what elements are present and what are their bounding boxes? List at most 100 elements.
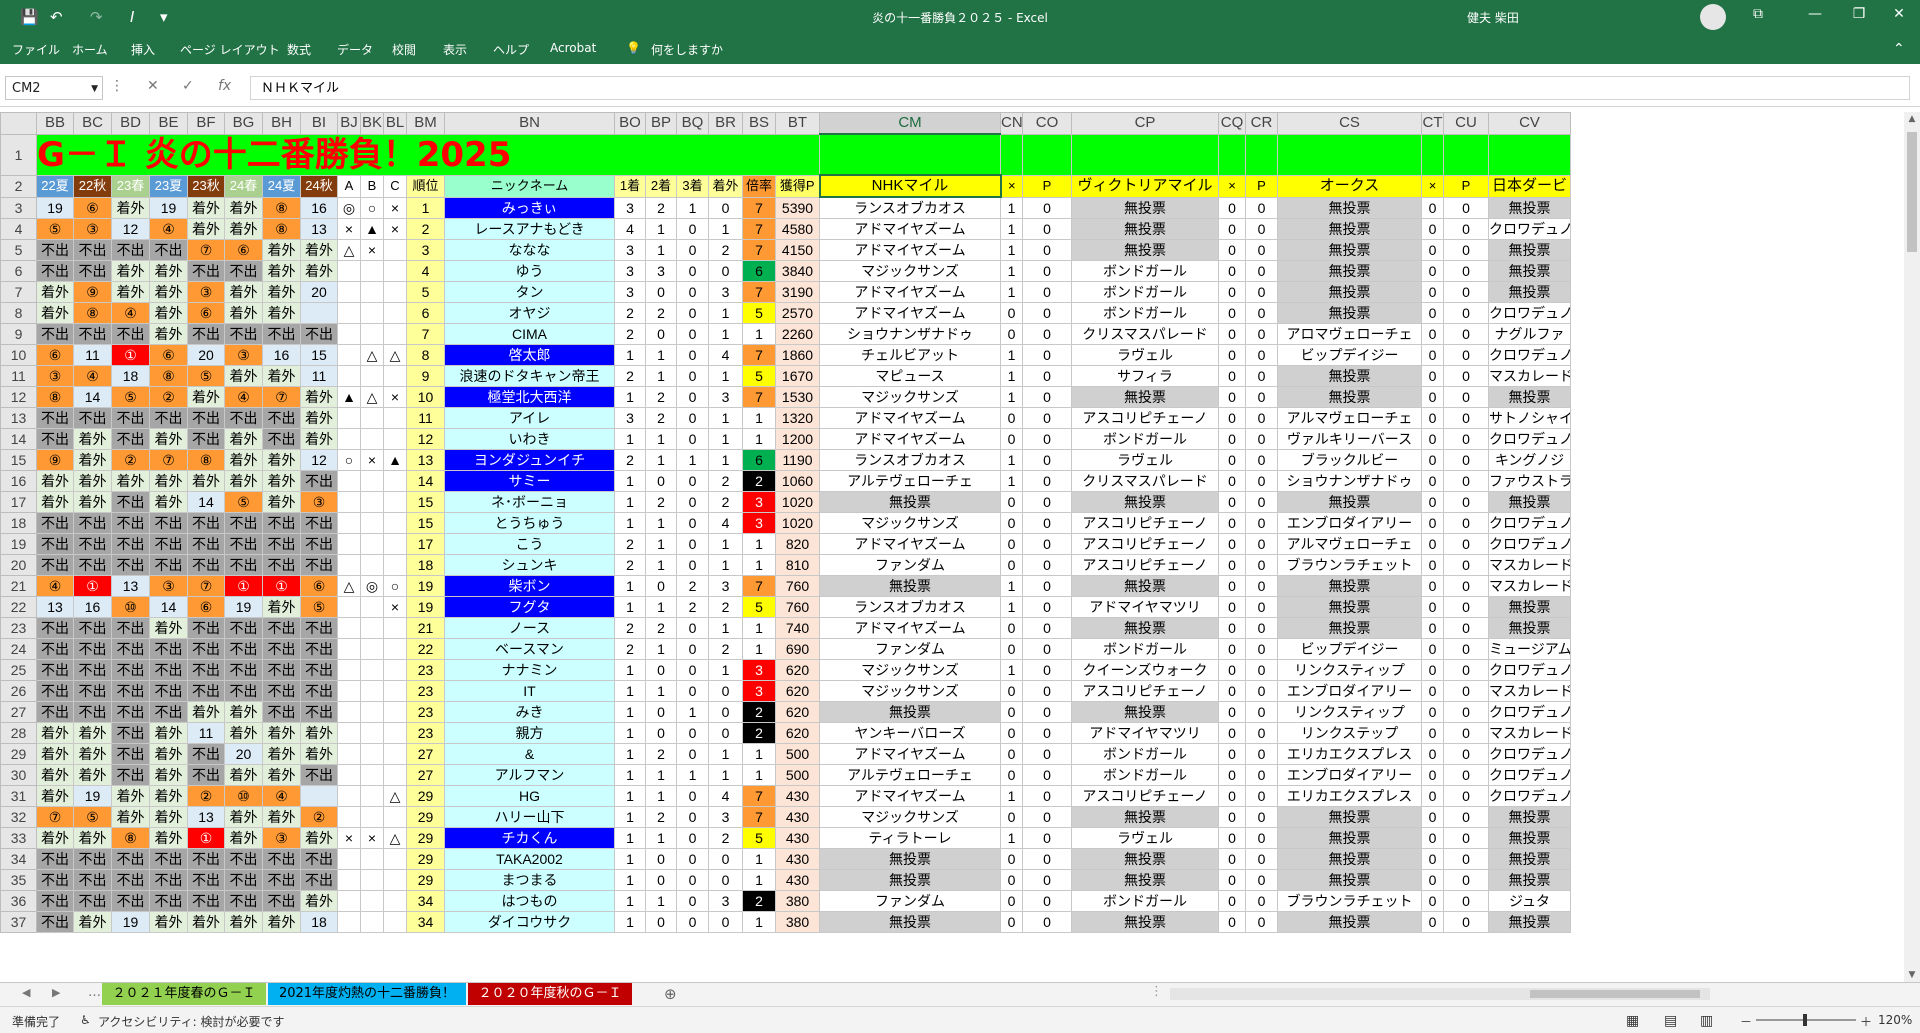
cell[interactable]: 0 [1022,680,1072,702]
cell[interactable]: ④ [73,365,112,387]
cell[interactable]: 0 [1421,407,1444,429]
cell[interactable]: 0 [1421,617,1444,639]
cell[interactable]: 1 [406,196,445,219]
row-header[interactable]: 11 [0,365,37,387]
cell[interactable]: ④ [262,785,301,807]
cell[interactable] [337,764,361,786]
cell[interactable]: 2 [614,533,646,555]
cell[interactable]: 不出 [262,680,301,702]
cell[interactable] [383,512,407,534]
cell[interactable]: 無投票 [1071,218,1219,240]
header-cell[interactable]: ニックネーム [444,174,615,198]
cell[interactable]: ⑦ [149,449,188,471]
column-header[interactable]: BE [149,112,188,135]
cell[interactable]: 1 [1000,260,1023,282]
cell[interactable]: 1 [645,554,677,576]
cell[interactable]: 0 [676,281,709,303]
cell[interactable]: タン [444,281,615,303]
cell[interactable]: 0 [1218,533,1246,555]
cell[interactable]: エンブロダイアリー [1277,512,1422,534]
cell[interactable]: 7 [742,344,776,366]
cell[interactable]: 0 [1218,386,1246,408]
cell[interactable]: 0 [1000,806,1023,828]
cell[interactable]: 7 [742,386,776,408]
cell[interactable]: 不出 [187,764,225,786]
cell[interactable]: 1 [742,638,776,660]
cell[interactable]: ◎ [337,196,361,219]
cell[interactable]: 不出 [73,512,112,534]
cell[interactable]: 6 [742,260,776,282]
cell[interactable]: 500 [775,743,820,765]
cell[interactable]: 着外 [187,386,225,408]
cell[interactable]: 0 [645,323,677,345]
cell[interactable]: 0 [1218,848,1246,870]
cell[interactable]: 不出 [300,869,338,891]
tab-formulas[interactable]: 数式 [287,41,311,58]
cell[interactable]: 0 [1421,638,1444,660]
cell[interactable]: 2 [645,806,677,828]
cell[interactable] [360,764,384,786]
cell[interactable]: 0 [1000,701,1023,723]
cell[interactable]: 0 [1421,890,1444,912]
cell[interactable]: 親方 [444,722,615,744]
cell[interactable]: 0 [676,428,709,450]
name-box[interactable]: CM2 ▼ [5,76,103,100]
cell[interactable] [1245,133,1278,176]
cell[interactable]: 1 [614,596,646,618]
cell[interactable]: アドマイヤズーム [819,281,1001,303]
row-header[interactable]: 28 [0,722,37,744]
cell[interactable]: 0 [1245,722,1278,744]
cell[interactable]: 1530 [775,386,820,408]
cell[interactable]: ⑦ [36,806,74,828]
cell[interactable]: ⑧ [111,827,150,849]
cell[interactable]: 0 [1443,785,1489,807]
cell[interactable]: 不出 [187,554,225,576]
cell[interactable]: 無投票 [1488,827,1571,849]
cell[interactable]: △ [383,827,407,849]
cell[interactable]: 0 [1245,659,1278,681]
cell[interactable]: 0 [1000,680,1023,702]
cell[interactable] [360,407,384,429]
cell[interactable]: 不出 [149,890,188,912]
cell[interactable]: 不出 [73,533,112,555]
cell[interactable]: ⑤ [73,806,112,828]
scroll-thumb[interactable] [1907,132,1917,252]
column-header[interactable]: BL [383,112,407,135]
cell[interactable]: ボンドガール [1071,890,1219,912]
cell[interactable]: 16 [262,344,301,366]
cell[interactable]: 不出 [36,260,74,282]
zoom-level[interactable]: 120% [1878,1013,1912,1027]
cell[interactable]: 1 [742,407,776,429]
header-cell[interactable]: 23春 [111,174,150,198]
cell[interactable]: 0 [1218,785,1246,807]
cell[interactable]: 無投票 [1277,848,1422,870]
cell[interactable]: 着外 [262,743,301,765]
cell[interactable]: 不出 [262,617,301,639]
cell[interactable]: 0 [1421,743,1444,765]
cell[interactable]: 1 [742,617,776,639]
cell[interactable]: 3 [708,281,743,303]
cell[interactable]: オヤジ [444,302,615,324]
cell[interactable]: 着外 [224,764,263,786]
cell[interactable]: 1 [614,470,646,492]
cell[interactable]: マジックサンズ [819,260,1001,282]
cell[interactable]: 0 [1421,512,1444,534]
cell[interactable]: 不出 [36,407,74,429]
cell[interactable] [383,428,407,450]
cell[interactable] [300,785,338,807]
header-cell[interactable]: C [383,174,407,198]
cell[interactable]: 810 [775,554,820,576]
cell[interactable]: 0 [708,260,743,282]
cell[interactable]: 0 [645,281,677,303]
cell[interactable]: 着外 [262,911,301,933]
cell[interactable]: 430 [775,827,820,849]
cell[interactable]: 380 [775,890,820,912]
cell[interactable]: ① [73,575,112,597]
cell[interactable]: 0 [1443,575,1489,597]
cell[interactable]: × [383,386,407,408]
cell[interactable]: 19 [111,911,150,933]
cell[interactable]: 0 [1022,218,1072,240]
cell[interactable]: 3 [742,512,776,534]
cell[interactable]: 20 [300,281,338,303]
cell[interactable]: 0 [1245,638,1278,660]
